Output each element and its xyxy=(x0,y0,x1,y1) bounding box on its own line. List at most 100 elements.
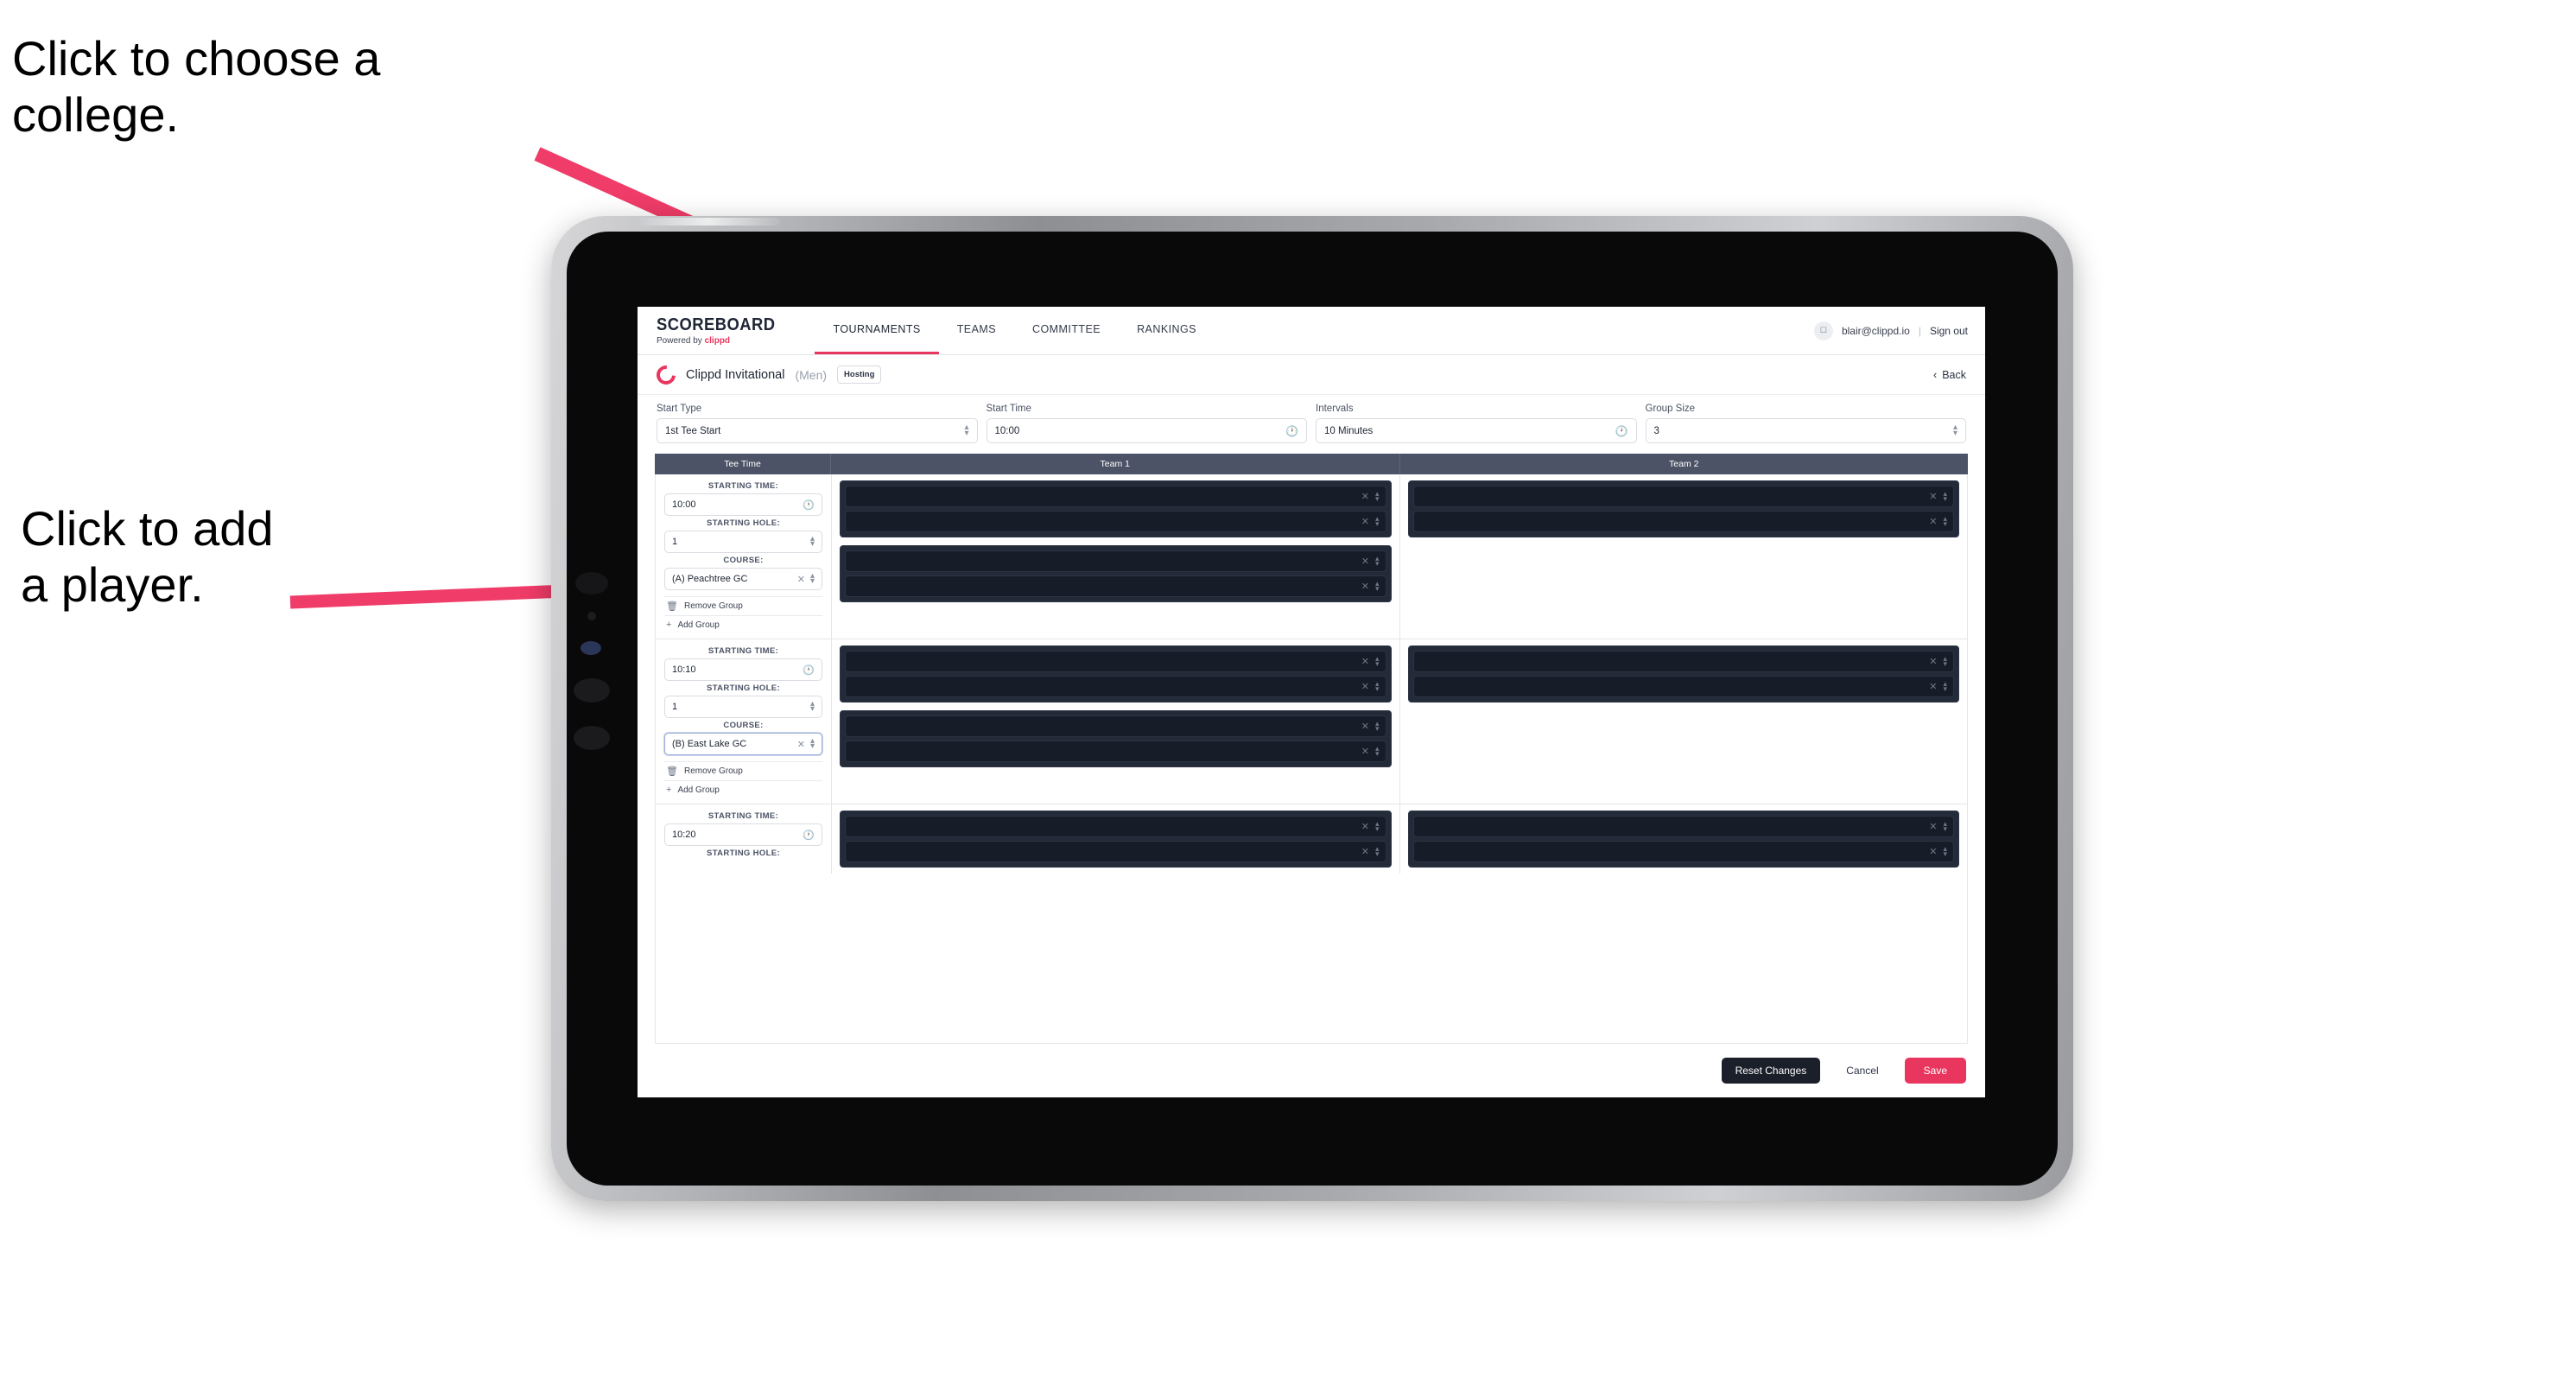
starting-hole-input[interactable]: 1 ▴ ▾ xyxy=(664,696,822,718)
nav-tab-teams[interactable]: TEAMS xyxy=(939,307,1014,354)
close-icon[interactable]: ✕ xyxy=(1361,556,1369,567)
spinner-icon[interactable]: ▴ ▾ xyxy=(1943,820,1947,832)
sign-out-link[interactable]: Sign out xyxy=(1930,325,1968,337)
back-button[interactable]: ‹ Back xyxy=(1933,369,1966,381)
brand-logo[interactable]: SCOREBOARD Powered by clippd xyxy=(657,307,815,354)
close-icon[interactable]: ✕ xyxy=(1361,681,1369,692)
remove-group-button[interactable]: 🗑 Remove Group xyxy=(664,596,822,615)
player-row-actions: ✕ ▴ ▾ xyxy=(1361,490,1380,502)
spinner-icon[interactable]: ▴ ▾ xyxy=(1375,680,1380,692)
player-row[interactable]: ✕ ▴ ▾ xyxy=(1412,486,1954,507)
player-row[interactable]: ✕ ▴ ▾ xyxy=(845,816,1386,837)
player-row-actions: ✕ ▴ ▾ xyxy=(1361,845,1380,857)
tablet-speaker-hole-2 xyxy=(574,726,610,750)
plus-icon: + xyxy=(666,785,672,795)
avatar[interactable]: ☐ xyxy=(1813,321,1833,340)
player-row[interactable]: ✕ ▴ ▾ xyxy=(845,575,1386,597)
save-button[interactable]: Save xyxy=(1904,1058,1966,1084)
spinner-icon[interactable]: ▴ ▾ xyxy=(1375,655,1380,667)
add-group-button[interactable]: + Add Group xyxy=(664,615,822,633)
player-row[interactable]: ✕ ▴ ▾ xyxy=(845,511,1386,532)
spinner-icon[interactable]: ▴ ▾ xyxy=(1943,680,1947,692)
starting-time-input[interactable]: 10:20 🕐 xyxy=(664,823,822,846)
close-icon[interactable]: ✕ xyxy=(797,739,805,750)
starting-time-value: 10:20 xyxy=(672,830,696,840)
starting-time-label: STARTING TIME: xyxy=(707,811,779,821)
course-label: COURSE: xyxy=(723,721,764,730)
starting-time-label: STARTING TIME: xyxy=(707,646,779,656)
player-group-card: ✕ ▴ ▾ ✕ ▴ ▾ xyxy=(1407,480,1959,537)
player-row[interactable]: ✕ ▴ ▾ xyxy=(845,715,1386,737)
spinner-icon: ▴ ▾ xyxy=(809,735,815,751)
player-row[interactable]: ✕ ▴ ▾ xyxy=(845,651,1386,672)
player-group-card: ✕ ▴ ▾ ✕ ▴ ▾ xyxy=(840,545,1392,602)
remove-group-button[interactable]: 🗑 Remove Group xyxy=(664,761,822,780)
group-size-select[interactable]: 3 ▴ ▾ xyxy=(1645,418,1966,443)
close-icon[interactable]: ✕ xyxy=(1361,721,1369,732)
nav-tab-committee[interactable]: COMMITTEE xyxy=(1014,307,1119,354)
player-row[interactable]: ✕ ▴ ▾ xyxy=(845,550,1386,572)
spinner-icon[interactable]: ▴ ▾ xyxy=(1943,845,1947,857)
spinner-icon[interactable]: ▴ ▾ xyxy=(1375,515,1380,527)
close-icon[interactable]: ✕ xyxy=(1929,681,1937,692)
player-row[interactable]: ✕ ▴ ▾ xyxy=(1412,651,1954,672)
close-icon[interactable]: ✕ xyxy=(1929,656,1937,667)
spinner-icon[interactable]: ▴ ▾ xyxy=(1375,845,1380,857)
starting-time-input[interactable]: 10:00 🕐 xyxy=(664,493,822,516)
course-select[interactable]: (A) Peachtree GC ✕ ▴ ▾ xyxy=(664,568,822,590)
team-1-cell: ✕ ▴ ▾ ✕ ▴ ▾ ✕ ▴ ▾ ✕ ▴ ▾ xyxy=(832,474,1400,639)
clock-icon: 🕐 xyxy=(1615,424,1628,437)
start-type-select[interactable]: 1st Tee Start ▴ ▾ xyxy=(657,418,978,443)
close-icon[interactable]: ✕ xyxy=(797,574,805,585)
player-row[interactable]: ✕ ▴ ▾ xyxy=(845,486,1386,507)
player-row[interactable]: ✕ ▴ ▾ xyxy=(1412,511,1954,532)
player-row[interactable]: ✕ ▴ ▾ xyxy=(1412,816,1954,837)
close-icon[interactable]: ✕ xyxy=(1361,746,1369,757)
close-icon[interactable]: ✕ xyxy=(1361,581,1369,592)
table-row: STARTING TIME: 10:00 🕐 STARTING HOLE: 1 ▴ ▾ COU… xyxy=(656,474,1967,639)
cancel-button[interactable]: Cancel xyxy=(1832,1058,1892,1084)
player-row[interactable]: ✕ ▴ ▾ xyxy=(845,676,1386,697)
player-group-card: ✕ ▴ ▾ ✕ ▴ ▾ xyxy=(840,645,1392,703)
spinner-icon[interactable]: ▴ ▾ xyxy=(1375,745,1380,757)
starting-hole-input[interactable]: 1 ▴ ▾ xyxy=(664,531,822,553)
start-time-input[interactable]: 10:00 🕐 xyxy=(986,418,1307,443)
close-icon[interactable]: ✕ xyxy=(1361,491,1369,502)
nav-tab-tournaments[interactable]: TOURNAMENTS xyxy=(815,307,939,354)
screenshot-canvas: Click to choose a college. Click to add … xyxy=(0,0,2576,1386)
starting-time-input[interactable]: 10:10 🕐 xyxy=(664,658,822,681)
player-row[interactable]: ✕ ▴ ▾ xyxy=(1412,841,1954,862)
spinner-icon[interactable]: ▴ ▾ xyxy=(1375,555,1380,567)
spinner-icon[interactable]: ▴ ▾ xyxy=(1375,490,1380,502)
reset-changes-button[interactable]: Reset Changes xyxy=(1721,1058,1821,1084)
spinner-icon[interactable]: ▴ ▾ xyxy=(1943,515,1947,527)
spinner-icon[interactable]: ▴ ▾ xyxy=(1375,580,1380,592)
tablet-sensor-icon xyxy=(587,612,596,620)
tournament-gender: (Men) xyxy=(795,367,828,382)
close-icon[interactable]: ✕ xyxy=(1361,846,1369,857)
close-icon[interactable]: ✕ xyxy=(1361,821,1369,832)
close-icon[interactable]: ✕ xyxy=(1929,846,1937,857)
spinner-icon[interactable]: ▴ ▾ xyxy=(1943,655,1947,667)
table-header-row: Tee Time Team 1 Team 2 xyxy=(655,454,1968,474)
tournament-name: Clippd Invitational xyxy=(686,367,785,382)
close-icon[interactable]: ✕ xyxy=(1929,491,1937,502)
spinner-icon[interactable]: ▴ ▾ xyxy=(1375,820,1380,832)
player-row[interactable]: ✕ ▴ ▾ xyxy=(845,841,1386,862)
nav-tab-rankings[interactable]: RANKINGS xyxy=(1119,307,1215,354)
course-select[interactable]: (B) East Lake GC ✕ ▴ ▾ xyxy=(664,733,822,755)
table-row: STARTING TIME: 10:10 🕐 STARTING HOLE: 1 ▴ ▾ COU… xyxy=(656,639,1967,804)
spinner-icon[interactable]: ▴ ▾ xyxy=(1375,720,1380,732)
close-icon[interactable]: ✕ xyxy=(1929,821,1937,832)
spinner-icon[interactable]: ▴ ▾ xyxy=(1943,490,1947,502)
close-icon[interactable]: ✕ xyxy=(1929,516,1937,527)
close-icon[interactable]: ✕ xyxy=(1361,656,1369,667)
add-group-label: Add Group xyxy=(677,785,720,795)
annotation-add-player: Click to add a player. xyxy=(21,501,274,612)
player-row[interactable]: ✕ ▴ ▾ xyxy=(845,741,1386,762)
close-icon[interactable]: ✕ xyxy=(1361,516,1369,527)
intervals-input[interactable]: 10 Minutes 🕐 xyxy=(1316,418,1637,443)
player-row[interactable]: ✕ ▴ ▾ xyxy=(1412,676,1954,697)
starting-hole-value: 1 xyxy=(672,537,678,547)
add-group-button[interactable]: + Add Group xyxy=(664,780,822,798)
